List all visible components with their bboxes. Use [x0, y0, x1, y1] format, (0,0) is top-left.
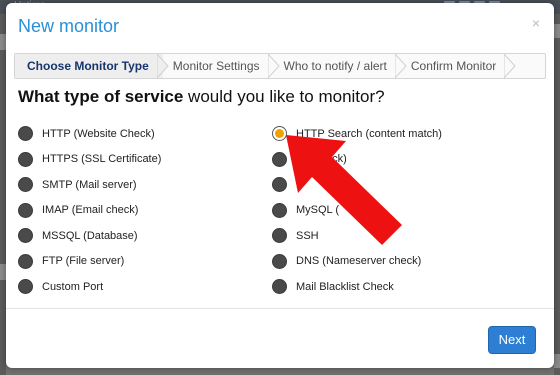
wizard-step-who-to-notify-alert[interactable]: Who to notify / alert [274, 54, 407, 78]
service-option-ftp-file-server[interactable]: FTP (File server) [18, 249, 161, 275]
radio-icon[interactable] [18, 177, 33, 193]
wizard-step-confirm-monitor[interactable]: Confirm Monitor [401, 54, 516, 78]
question-text: would you like to monitor? [183, 87, 385, 106]
radio-icon[interactable] [18, 202, 33, 218]
radio-icon[interactable] [18, 126, 33, 142]
service-option-label: IMAP (Email check) [42, 204, 139, 217]
service-type-options: HTTP (Website Check) HTTPS (SSL Certifica… [6, 121, 554, 296]
service-option-http-search-content-match[interactable]: HTTP Search (content match) [272, 121, 442, 147]
service-option-label: Custom Port [42, 280, 104, 293]
service-option-label: MySQL ( [296, 204, 339, 217]
backdrop-decoration [554, 24, 560, 38]
wizard-step-choose-monitor-type[interactable]: Choose Monitor Type [15, 54, 169, 78]
radio-icon[interactable] [272, 202, 287, 218]
radio-icon[interactable] [18, 279, 33, 295]
wizard-steps-breadcrumb: Choose Monitor Type Monitor Settings Who t… [14, 53, 546, 79]
radio-icon[interactable] [18, 228, 33, 244]
radio-selected-icon[interactable] [272, 126, 287, 142]
wizard-step-label: Monitor Settings [172, 59, 260, 73]
close-icon[interactable]: × [532, 15, 540, 31]
service-option-custom-port[interactable]: Custom Port [18, 274, 161, 296]
question-bold-text: What type of service [18, 87, 184, 106]
service-option-mysql[interactable]: MySQL ( [272, 198, 442, 224]
wizard-step-monitor-settings[interactable]: Monitor Settings [163, 54, 280, 78]
service-option-label: HTTP (Website Check) [42, 127, 155, 140]
options-left-column: HTTP (Website Check) HTTPS (SSL Certifica… [18, 121, 161, 296]
service-option-http-website-check[interactable]: HTTP (Website Check) [18, 121, 161, 147]
wizard-step-label: Choose Monitor Type [27, 59, 149, 73]
service-option-label: FTP (File server) [42, 255, 125, 268]
backdrop-decoration [554, 354, 560, 368]
radio-icon[interactable] [18, 253, 33, 269]
service-option-label: DNS (Nameserver check) [296, 255, 422, 268]
service-option-label: P [296, 178, 304, 191]
backdrop-right-edge [554, 14, 560, 375]
service-option-ssh[interactable]: SSH [272, 223, 442, 249]
service-type-question: What type of service would you like to m… [18, 87, 385, 107]
radio-icon[interactable] [272, 228, 287, 244]
service-option-mail-blacklist-check[interactable]: Mail Blacklist Check [272, 274, 442, 296]
footer-divider [6, 308, 554, 309]
service-option-label: Mail Blacklist Check [296, 280, 394, 293]
wizard-step-label: Confirm Monitor [410, 59, 497, 73]
radio-icon[interactable] [272, 253, 287, 269]
dialog-header: New monitor × [6, 3, 554, 49]
new-monitor-dialog: New monitor × Choose Monitor Type Monitor… [6, 3, 554, 368]
service-option-https-ssl-certificate[interactable]: HTTPS (SSL Certificate) [18, 147, 161, 173]
radio-icon[interactable] [272, 177, 287, 193]
service-option-dns-nameserver-check[interactable]: DNS (Nameserver check) [272, 249, 442, 275]
service-option-label: ver check) [296, 153, 347, 166]
service-option-label: SSH [296, 229, 319, 242]
radio-icon[interactable] [272, 151, 287, 167]
chevron-right-icon [394, 54, 407, 78]
service-option-p[interactable]: P [272, 172, 442, 198]
radio-icon[interactable] [272, 279, 287, 295]
service-option-ver-check[interactable]: ver check) [272, 147, 442, 173]
service-option-label: HTTPS (SSL Certificate) [42, 153, 162, 166]
service-option-label: SMTP (Mail server) [42, 178, 137, 191]
service-option-smtp-mail-server[interactable]: SMTP (Mail server) [18, 172, 161, 198]
chevron-right-icon [267, 54, 280, 78]
service-option-label: HTTP Search (content match) [296, 127, 442, 140]
radio-icon[interactable] [18, 151, 33, 167]
service-option-mssql-database[interactable]: MSSQL (Database) [18, 223, 161, 249]
service-option-imap-email-check[interactable]: IMAP (Email check) [18, 198, 161, 224]
next-button[interactable]: Next [488, 326, 536, 354]
service-option-label: MSSQL (Database) [42, 229, 138, 242]
chevron-right-icon [504, 54, 516, 78]
options-right-column: HTTP Search (content match) ver check) P My… [272, 121, 442, 296]
chevron-right-icon [156, 54, 169, 78]
wizard-step-label: Who to notify / alert [283, 59, 387, 73]
dialog-title: New monitor [18, 16, 120, 36]
